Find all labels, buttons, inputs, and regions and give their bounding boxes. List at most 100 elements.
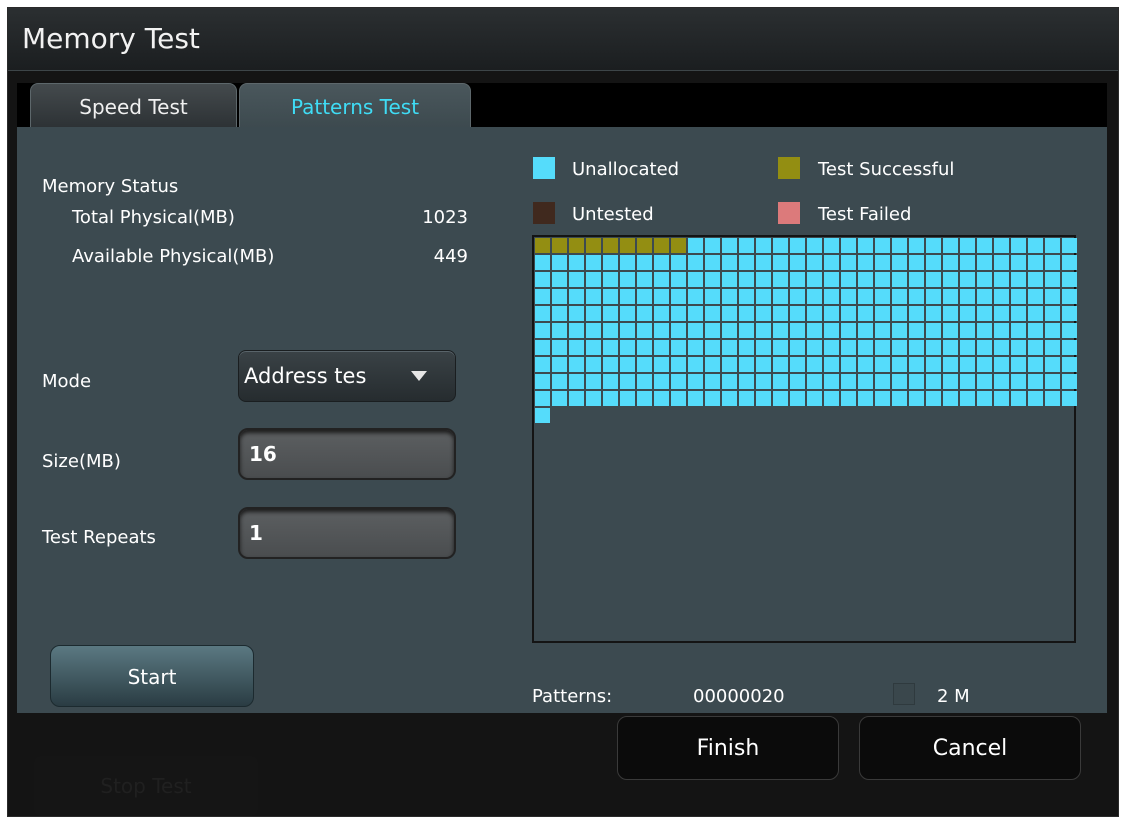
memory-block-unallocated: [569, 272, 584, 287]
memory-block-unallocated: [875, 272, 890, 287]
memory-block-unallocated: [586, 357, 601, 372]
legend-swatch-untested: [533, 202, 555, 224]
memory-block-unallocated: [909, 289, 924, 304]
memory-block-unallocated: [603, 340, 618, 355]
memory-block-unallocated: [756, 238, 771, 253]
memory-block-unallocated: [535, 391, 550, 406]
memory-block-unallocated: [807, 272, 822, 287]
memory-block-unallocated: [858, 238, 873, 253]
memory-block-unallocated: [552, 323, 567, 338]
memory-block-unallocated: [1062, 323, 1077, 338]
cancel-button[interactable]: Cancel: [859, 716, 1081, 780]
memory-block-unallocated: [892, 391, 907, 406]
memory-block-unallocated: [1011, 357, 1026, 372]
memory-block-unallocated: [807, 374, 822, 389]
mode-dropdown[interactable]: Address tes: [238, 350, 456, 402]
memory-block-unallocated: [977, 289, 992, 304]
memory-block-unallocated: [705, 391, 720, 406]
memory-block-unallocated: [688, 323, 703, 338]
memory-block-unallocated: [722, 289, 737, 304]
memory-block-unallocated: [858, 306, 873, 321]
memory-block-unallocated: [892, 323, 907, 338]
memory-block-unallocated: [1045, 323, 1060, 338]
memory-block-unallocated: [824, 357, 839, 372]
memory-block-unallocated: [892, 289, 907, 304]
finish-button[interactable]: Finish: [617, 716, 839, 780]
memory-block-unallocated: [722, 255, 737, 270]
stop-test-button: Stop Test: [34, 756, 258, 816]
memory-block-unallocated: [875, 289, 890, 304]
memory-block-unallocated: [858, 289, 873, 304]
memory-block-unallocated: [1028, 289, 1043, 304]
memory-block-unallocated: [875, 306, 890, 321]
memory-block-unallocated: [858, 340, 873, 355]
start-button[interactable]: Start: [50, 645, 254, 707]
memory-block-unallocated: [790, 357, 805, 372]
legend-label-untested: Untested: [572, 204, 654, 225]
memory-block-unallocated: [773, 323, 788, 338]
memory-block-unallocated: [552, 374, 567, 389]
memory-block-unallocated: [586, 255, 601, 270]
memory-block-unallocated: [654, 289, 669, 304]
memory-block-unallocated: [1062, 391, 1077, 406]
memory-block-unallocated: [620, 357, 635, 372]
size-input[interactable]: 16: [238, 428, 456, 480]
memory-block-unallocated: [977, 323, 992, 338]
memory-block-unallocated: [603, 323, 618, 338]
memory-block-unallocated: [1011, 306, 1026, 321]
memory-block-unallocated: [586, 340, 601, 355]
memory-block-unallocated: [977, 306, 992, 321]
memory-block-unallocated: [739, 374, 754, 389]
memory-block-unallocated: [858, 255, 873, 270]
memory-block-unallocated: [637, 340, 652, 355]
memory-block-unallocated: [943, 272, 958, 287]
memory-block-unallocated: [1011, 323, 1026, 338]
memory-block-unallocated: [841, 255, 856, 270]
memory-block-unallocated: [807, 238, 822, 253]
memory-block-unallocated: [569, 374, 584, 389]
memory-block-unallocated: [1045, 289, 1060, 304]
legend-label-failed: Test Failed: [818, 204, 912, 225]
memory-block-unallocated: [1028, 323, 1043, 338]
memory-block-unallocated: [909, 391, 924, 406]
memory-block-unallocated: [722, 238, 737, 253]
memory-block-unallocated: [603, 272, 618, 287]
memory-block-unallocated: [671, 374, 686, 389]
block-size-checkbox[interactable]: [893, 683, 915, 705]
memory-block-unallocated: [705, 306, 720, 321]
memory-block-map: [532, 235, 1077, 643]
memory-block-unallocated: [620, 306, 635, 321]
memory-block-unallocated: [875, 357, 890, 372]
memory-block-unallocated: [926, 272, 941, 287]
memory-block-unallocated: [756, 323, 771, 338]
memory-block-unallocated: [773, 238, 788, 253]
memory-block-unallocated: [807, 306, 822, 321]
memory-block-unallocated: [824, 238, 839, 253]
memory-block-unallocated: [620, 323, 635, 338]
memory-block-successful: [552, 238, 567, 253]
memory-block-unallocated: [552, 306, 567, 321]
available-physical-label: Available Physical(MB): [72, 246, 275, 267]
memory-block-unallocated: [943, 255, 958, 270]
tab-patterns-test[interactable]: Patterns Test: [239, 83, 471, 127]
memory-block-unallocated: [722, 340, 737, 355]
memory-block-unallocated: [654, 357, 669, 372]
test-repeats-input-value: 1: [249, 521, 263, 545]
memory-block-unallocated: [552, 255, 567, 270]
memory-block-unallocated: [824, 272, 839, 287]
memory-block-unallocated: [994, 323, 1009, 338]
memory-block-unallocated: [926, 255, 941, 270]
memory-block-unallocated: [1045, 357, 1060, 372]
chevron-down-icon: [411, 371, 427, 381]
memory-block-unallocated: [671, 391, 686, 406]
memory-block-unallocated: [926, 306, 941, 321]
tab-speed-test[interactable]: Speed Test: [30, 83, 237, 127]
memory-block-unallocated: [960, 357, 975, 372]
memory-block-unallocated: [1045, 238, 1060, 253]
memory-block-unallocated: [722, 374, 737, 389]
memory-block-unallocated: [756, 340, 771, 355]
memory-block-unallocated: [620, 340, 635, 355]
memory-block-unallocated: [824, 340, 839, 355]
test-repeats-input[interactable]: 1: [238, 507, 456, 559]
memory-block-unallocated: [637, 289, 652, 304]
